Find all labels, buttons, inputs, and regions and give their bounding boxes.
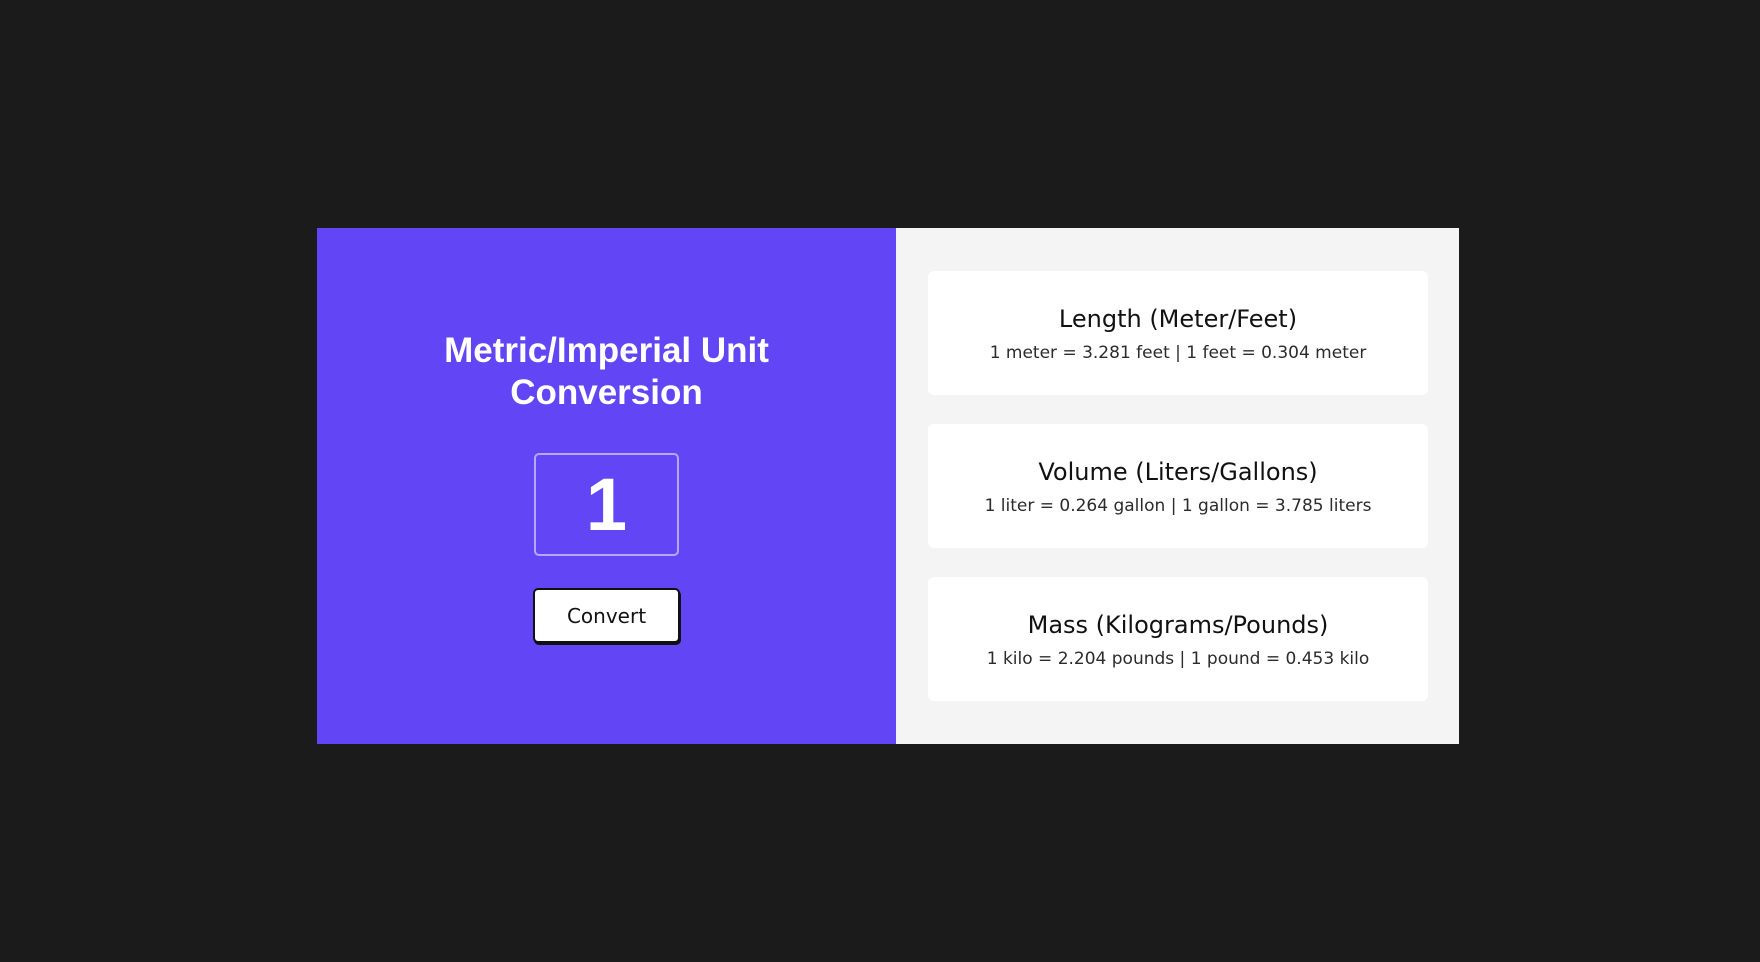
mass-card-title: Mass (Kilograms/Pounds) [1027,611,1329,639]
mass-card: Mass (Kilograms/Pounds) 1 kilo = 2.204 p… [928,577,1428,701]
length-card-result: 1 meter = 3.281 feet | 1 feet = 0.304 me… [989,343,1367,363]
length-card: Length (Meter/Feet) 1 meter = 3.281 feet… [928,271,1428,395]
convert-button[interactable]: Convert [533,588,680,643]
volume-card-title: Volume (Liters/Gallons) [1038,458,1318,486]
converter-app: Metric/Imperial Unit Conversion Convert … [317,228,1459,744]
volume-card-result: 1 liter = 0.264 gallon | 1 gallon = 3.78… [984,496,1372,516]
length-card-title: Length (Meter/Feet) [1058,305,1298,333]
value-input[interactable] [534,453,679,556]
results-panel: Length (Meter/Feet) 1 meter = 3.281 feet… [896,228,1459,744]
page-background: Metric/Imperial Unit Conversion Convert … [0,0,1760,962]
page-title: Metric/Imperial Unit Conversion [444,331,769,412]
mass-card-result: 1 kilo = 2.204 pounds | 1 pound = 0.453 … [986,649,1370,669]
input-panel: Metric/Imperial Unit Conversion Convert [317,228,896,744]
volume-card: Volume (Liters/Gallons) 1 liter = 0.264 … [928,424,1428,548]
